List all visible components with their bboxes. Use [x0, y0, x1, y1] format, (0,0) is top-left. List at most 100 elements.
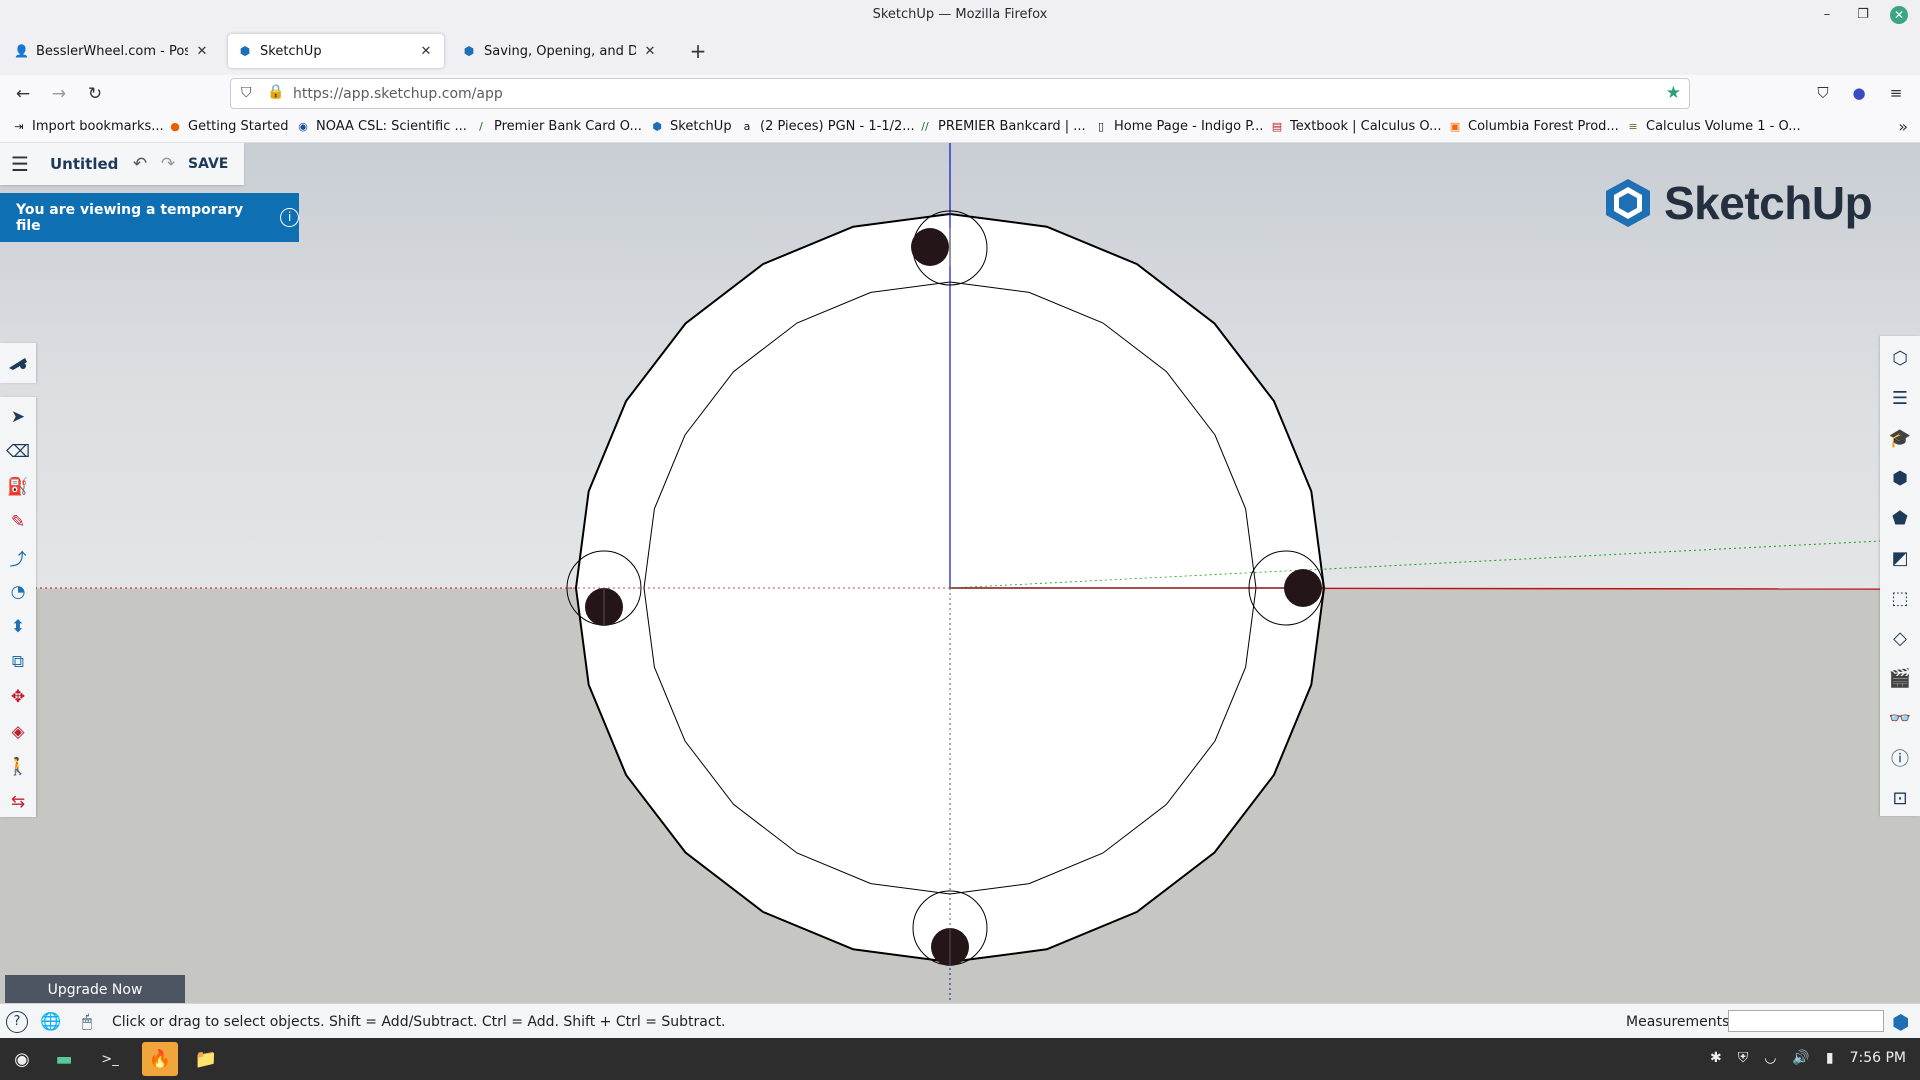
show-desktop-icon[interactable]: ▬: [46, 1042, 82, 1076]
tracking-shield-icon[interactable]: ⛉: [241, 85, 252, 101]
bookmarks-overflow-icon[interactable]: »: [1898, 117, 1908, 136]
globe-icon[interactable]: 🌐: [40, 1011, 62, 1033]
sketchup-icon: ⬢: [652, 119, 662, 133]
os-taskbar: ◉ ▬ >_ 🔥 📁 ✱ ⛨ ◡ 🔊 ▮ 7:56 PM: [0, 1038, 1920, 1080]
premier-icon: //: [921, 119, 929, 133]
mouse-icon[interactable]: 🖱: [76, 1011, 98, 1033]
bookmark-import[interactable]: ⇥ Import bookmarks...: [12, 119, 163, 134]
entity-info-panel-icon[interactable]: ⬡: [1884, 342, 1916, 374]
bookmark-label: Premier Bank Card O...: [494, 119, 642, 134]
pocket-icon[interactable]: ⛉: [1812, 84, 1834, 102]
right-weight[interactable]: [1284, 569, 1322, 607]
lock-icon[interactable]: 🔒: [267, 84, 284, 100]
url-text[interactable]: https://app.sketchup.com/app: [293, 86, 503, 102]
window-titlebar: SketchUp — Mozilla Firefox – ❐ ✕: [0, 0, 1920, 30]
forward-button[interactable]: →: [48, 83, 70, 105]
status-bar: ? 🌐 🖱 Click or drag to select objects. S…: [0, 1003, 1920, 1038]
save-button[interactable]: SAVE: [188, 156, 228, 172]
bookmark-getting-started[interactable]: ● Getting Started: [168, 119, 288, 134]
modeling-viewport[interactable]: [0, 143, 1920, 1003]
volume-icon[interactable]: 🔊: [1792, 1050, 1809, 1066]
tab-label: SketchUp: [260, 43, 322, 59]
menu-icon[interactable]: ≡: [1885, 84, 1907, 102]
new-tab-button[interactable]: +: [686, 39, 710, 63]
arc-tool-icon[interactable]: ⤴: [2, 541, 34, 573]
shapes-tool-icon[interactable]: ◔: [2, 576, 34, 608]
files-folder-icon[interactable]: 📁: [188, 1042, 224, 1076]
firefox-taskbar-icon[interactable]: 🔥: [142, 1042, 178, 1076]
tab-label: Saving, Opening, and Downl: [484, 43, 636, 59]
eraser-tool-icon[interactable]: ⌫: [2, 436, 34, 468]
back-button[interactable]: ←: [12, 83, 34, 105]
battery-icon[interactable]: ▮: [1826, 1050, 1834, 1066]
view-panel-icon[interactable]: 👓: [1884, 702, 1916, 734]
bookmark-premier[interactable]: / Premier Bank Card O...: [474, 119, 642, 134]
bookmark-amazon[interactable]: a (2 Pieces) PGN - 1-1/2...: [740, 119, 915, 134]
sketchup-logo-mark-icon: [1606, 179, 1650, 227]
wifi-icon[interactable]: ◡: [1764, 1050, 1776, 1066]
extension-panel-icon[interactable]: ⊡: [1884, 782, 1916, 814]
move-tool-icon[interactable]: ✥: [2, 681, 34, 713]
model-canvas[interactable]: [0, 143, 1920, 1003]
close-window-button[interactable]: ✕: [1890, 6, 1908, 24]
close-tab-icon[interactable]: ✕: [642, 44, 658, 59]
tape-measure-tool-icon[interactable]: ◈: [2, 716, 34, 748]
instructor-panel-icon[interactable]: 🎓: [1884, 422, 1916, 454]
forum-icon: 👤: [14, 44, 29, 58]
url-bar[interactable]: ⛉ 🔒 https://app.sketchup.com/app ★: [230, 78, 1690, 109]
bookmark-label: (2 Pieces) PGN - 1-1/2...: [760, 119, 915, 134]
bookmark-label: Home Page - Indigo P...: [1114, 119, 1264, 134]
tags-panel-icon[interactable]: ⬚: [1884, 582, 1916, 614]
bookmark-sketchup[interactable]: ⬢ SketchUp: [650, 119, 731, 134]
bookmark-textbook[interactable]: ▤ Textbook | Calculus O...: [1270, 119, 1442, 134]
search-tool-icon[interactable]: [2, 347, 34, 379]
minimize-button[interactable]: –: [1818, 6, 1836, 24]
tab-saving-opening[interactable]: ⬢ Saving, Opening, and Downl ✕: [452, 34, 668, 68]
paint-bucket-tool-icon[interactable]: ⛽: [2, 471, 34, 503]
redo-icon[interactable]: ↷: [154, 154, 182, 174]
push-pull-tool-icon[interactable]: ⬍: [2, 611, 34, 643]
upgrade-now-button[interactable]: Upgrade Now: [5, 975, 185, 1005]
model-info-panel-icon[interactable]: ⓘ: [1884, 742, 1916, 774]
bookmark-indigo[interactable]: ▯ Home Page - Indigo P...: [1094, 119, 1263, 134]
bluetooth-icon[interactable]: ✱: [1710, 1050, 1722, 1066]
measurements-input[interactable]: [1728, 1010, 1884, 1032]
display-panel-icon[interactable]: 🎬: [1884, 662, 1916, 694]
undo-icon[interactable]: ↶: [126, 154, 154, 174]
reload-button[interactable]: ↻: [84, 83, 106, 105]
bookmark-star-icon[interactable]: ★: [1666, 83, 1681, 103]
close-tab-icon[interactable]: ✕: [194, 44, 210, 59]
walk-tool-icon[interactable]: 🚶: [2, 751, 34, 783]
select-tool-icon[interactable]: ➤: [2, 401, 34, 433]
mint-menu-icon[interactable]: ◉: [4, 1042, 40, 1076]
terminal-icon[interactable]: >_: [92, 1042, 128, 1076]
bookmark-label: Calculus Volume 1 - O...: [1646, 119, 1801, 134]
sketchup-app: ☰ Untitled ↶ ↷ SAVE You are viewing a te…: [0, 143, 1920, 1038]
account-icon[interactable]: ●: [1848, 84, 1870, 102]
security-shield-icon[interactable]: ⛨: [1738, 1050, 1749, 1066]
maximize-button[interactable]: ❐: [1854, 6, 1872, 24]
scenes-panel-icon[interactable]: ◇: [1884, 622, 1916, 654]
clock-time[interactable]: 7:56 PM: [1850, 1050, 1906, 1066]
offset-tool-icon[interactable]: ⧉: [2, 646, 34, 678]
bookmark-columbia[interactable]: ▣ Columbia Forest Prod...: [1448, 119, 1619, 134]
pencil-line-tool-icon[interactable]: ✎: [2, 506, 34, 538]
section-plane-tool-icon[interactable]: ⇆: [2, 786, 34, 818]
file-name[interactable]: Untitled: [50, 155, 126, 173]
bookmark-calculus[interactable]: ≡ Calculus Volume 1 - O...: [1626, 119, 1801, 134]
hamburger-menu-icon[interactable]: ☰: [0, 152, 40, 176]
tab-sketchup[interactable]: ⬢ SketchUp ✕: [228, 34, 444, 68]
tab-besslerwheel[interactable]: 👤 BesslerWheel.com - Post a r ✕: [4, 34, 220, 68]
styles-panel-icon[interactable]: ◩: [1884, 542, 1916, 574]
bookmark-noaa[interactable]: ◉ NOAA CSL: Scientific ...: [296, 119, 467, 134]
info-icon[interactable]: i: [280, 208, 299, 227]
help-icon[interactable]: ?: [6, 1011, 28, 1033]
close-tab-icon[interactable]: ✕: [418, 44, 434, 59]
materials-panel-icon[interactable]: ⬟: [1884, 502, 1916, 534]
components-panel-icon[interactable]: ⬢: [1884, 462, 1916, 494]
bookmark-premier-bankcard[interactable]: // PREMIER Bankcard | ...: [918, 119, 1085, 134]
sketchup-status-icon: ⬢: [1892, 1010, 1910, 1034]
tab-label: BesslerWheel.com - Post a r: [36, 43, 188, 59]
outliner-panel-icon[interactable]: ☰: [1884, 382, 1916, 414]
top-weight[interactable]: [911, 228, 949, 266]
